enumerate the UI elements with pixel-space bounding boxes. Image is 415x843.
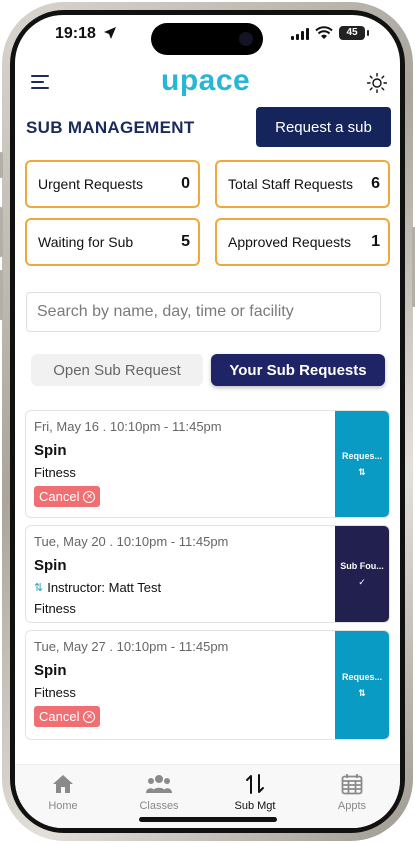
hamburger-menu-icon[interactable] [31,75,49,93]
stat-label: Waiting for Sub [38,234,134,250]
nav-label: Sub Mgt [234,800,276,812]
card-body: Tue, May 20 . 10:10pm - 11:45pm Spin ⇅ I… [34,534,228,616]
tab-open-sub-request[interactable]: Open Sub Request [31,354,203,386]
cancel-label: Cancel [39,709,80,724]
camera-icon [239,32,253,46]
swap-icon: ⇅ [358,687,366,698]
nav-classes[interactable]: Classes [124,771,194,812]
stat-total-staff-requests[interactable]: Total Staff Requests 6 [215,160,390,208]
cancel-button[interactable]: Cancel ✕ [34,486,101,507]
nav-home[interactable]: Home [28,771,98,812]
card-facility: Fitness [34,601,76,616]
check-circle-icon: ✓ [358,576,366,587]
card-date: Tue, May 20 . 10:10pm - 11:45pm [34,534,229,549]
battery-icon: 45 [339,26,369,40]
nav-sub-mgt[interactable]: Sub Mgt [220,771,290,812]
card-date: Tue, May 27 . 10:10pm - 11:45pm [34,639,229,654]
nav-label: Appts [337,800,367,812]
card-class: Spin [34,662,67,679]
card-body: Tue, May 27 . 10:10pm - 11:45pm Spin Fit… [34,639,228,727]
stat-value: 6 [371,175,380,192]
card-instructor-line: ⇅ Instructor: Matt Test [34,580,228,595]
sub-request-card[interactable]: Tue, May 20 . 10:10pm - 11:45pm Spin ⇅ I… [25,525,390,623]
volume-up-button [0,207,3,257]
status-badge: Reques... ⇅ [335,631,389,739]
status-label: Reques... [341,671,382,682]
cancel-label: Cancel [39,489,80,504]
wifi-icon [315,26,333,39]
close-circle-icon: ✕ [83,490,96,503]
calendar-icon [317,771,387,797]
cancel-button[interactable]: Cancel ✕ [34,706,101,727]
home-icon [28,771,98,797]
mute-switch [0,152,3,178]
nav-label: Home [48,800,78,812]
bottom-nav: Home Classes Sub Mgt Appts [15,764,400,828]
tab-your-sub-requests[interactable]: Your Sub Requests [211,354,385,386]
card-date: Fri, May 16 . 10:10pm - 11:45pm [34,419,222,434]
status-badge: Sub Fou... ✓ [335,526,389,622]
card-body: Fri, May 16 . 10:10pm - 11:45pm Spin Fit… [34,419,222,507]
page-title: SUB MANAGEMENT [26,118,195,137]
card-instructor: Instructor: Matt Test [47,580,162,595]
card-class: Spin [34,442,67,459]
cellular-signal-icon [291,28,309,40]
nav-appts[interactable]: Appts [317,771,387,812]
stat-waiting-for-sub[interactable]: Waiting for Sub 5 [25,218,200,266]
stat-value: 0 [181,175,190,192]
theme-toggle-sun-icon[interactable] [367,73,387,93]
status-label: Reques... [341,450,382,461]
stat-approved-requests[interactable]: Approved Requests 1 [215,218,390,266]
request-sub-button[interactable]: Request a sub [256,107,391,147]
status-badge: Reques... ⇅ [335,411,389,517]
volume-down-button [0,270,3,320]
card-facility: Fitness [34,465,76,480]
status-bar: 19:18 45 [15,15,400,55]
stat-urgent-requests[interactable]: Urgent Requests 0 [25,160,200,208]
sub-request-card[interactable]: Tue, May 27 . 10:10pm - 11:45pm Spin Fit… [25,630,390,740]
swap-icon: ⇅ [34,582,44,594]
people-icon [124,771,194,797]
nav-label: Classes [139,800,179,812]
swap-icon: ⇅ [358,466,366,477]
status-label: Sub Fou... [340,560,384,571]
swap-icon [220,771,290,797]
status-time: 19:18 [55,25,96,42]
card-class: Spin [34,557,67,574]
location-arrow-icon [104,27,116,39]
card-facility: Fitness [34,685,76,700]
close-circle-icon: ✕ [83,710,96,723]
stat-value: 1 [371,233,380,250]
stat-value: 5 [181,233,190,250]
upace-logo: upace [161,64,251,97]
dynamic-island [151,23,263,55]
home-indicator [139,817,277,822]
search-input[interactable] [26,292,381,332]
stat-label: Approved Requests [228,234,351,250]
sub-request-card[interactable]: Fri, May 16 . 10:10pm - 11:45pm Spin Fit… [25,410,390,518]
app-screen: 19:18 45 upace SUB MANAGEMENT Request a [15,15,400,828]
stat-label: Urgent Requests [38,176,144,192]
stat-label: Total Staff Requests [228,176,354,192]
